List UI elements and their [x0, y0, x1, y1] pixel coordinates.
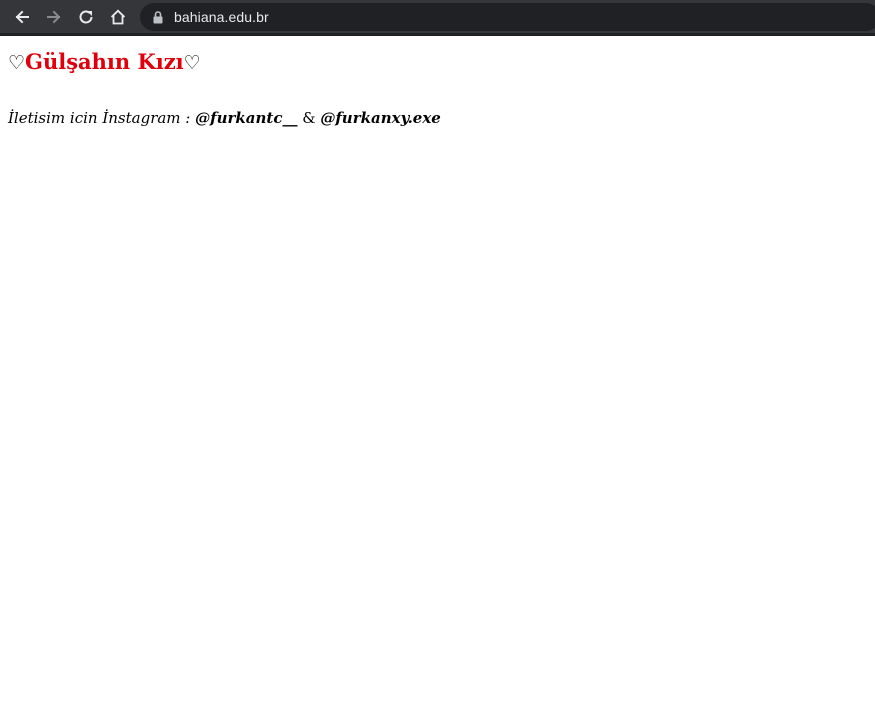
page-content: ♡Gülşahın Kızı♡ İletisim icin İnstagram …: [0, 36, 875, 719]
page-title: ♡Gülşahın Kızı♡: [8, 49, 201, 74]
contact-prefix: İletisim icin İnstagram :: [8, 109, 196, 127]
url-text[interactable]: bahiana.edu.br: [174, 9, 269, 25]
browser-toolbar: bahiana.edu.br: [0, 0, 875, 36]
instagram-handle-2: @furkanxy.exe: [320, 109, 441, 127]
heart-icon-left: ♡: [8, 52, 26, 74]
reload-icon: [79, 10, 93, 24]
home-icon: [110, 9, 126, 25]
forward-button[interactable]: [41, 5, 67, 29]
home-button[interactable]: [105, 5, 131, 29]
back-arrow-icon: [15, 10, 29, 24]
handle-separator: &: [297, 109, 321, 127]
contact-line: İletisim icin İnstagram : @furkantc__ & …: [8, 109, 441, 127]
address-bar[interactable]: bahiana.edu.br: [140, 3, 875, 31]
back-button[interactable]: [9, 5, 35, 29]
forward-arrow-icon: [47, 10, 61, 24]
lock-icon: [152, 10, 164, 24]
instagram-handle-1: @furkantc__: [195, 109, 298, 127]
title-text: Gülşahın Kızı: [25, 49, 184, 74]
reload-button[interactable]: [73, 5, 99, 29]
heart-icon-right: ♡: [183, 52, 201, 74]
